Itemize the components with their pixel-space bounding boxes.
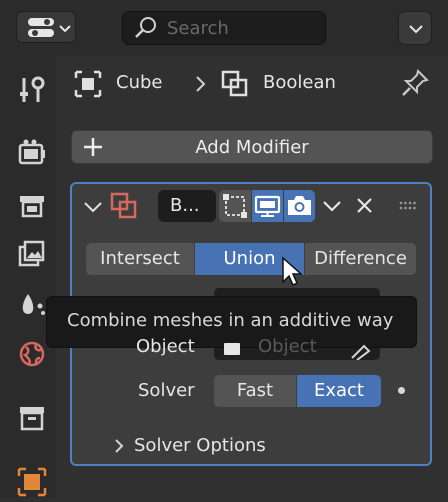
solver-fast-button[interactable]: Fast — [214, 375, 296, 407]
tooltip-text: Combine meshes in an additive way — [67, 310, 394, 331]
object-data-icon — [74, 70, 102, 98]
viewport-display-toggle[interactable] — [252, 190, 283, 222]
boolean-modifier-type-icon — [110, 192, 137, 219]
add-modifier-label: Add Modifier — [195, 137, 309, 158]
solver-exact-button[interactable]: Exact — [297, 375, 381, 407]
chevron-right-icon — [196, 76, 206, 92]
operation-difference-button[interactable]: Difference — [305, 243, 416, 275]
boolean-modifier-icon — [221, 70, 248, 97]
solver-options-subpanel-header[interactable]: Solver Options — [134, 435, 266, 456]
keyframe-dot-icon[interactable] — [398, 387, 405, 394]
breadcrumb: Cube Boolean — [56, 56, 448, 112]
object-placeholder: Object — [258, 336, 317, 357]
object-icon[interactable] — [16, 466, 48, 498]
mouse-cursor-icon — [282, 256, 303, 287]
tool-icon[interactable] — [16, 74, 48, 106]
operation-intersect-button[interactable]: Intersect — [86, 243, 194, 275]
options-dropdown-button[interactable] — [398, 11, 432, 45]
collection-icon[interactable] — [16, 402, 48, 434]
world-icon[interactable] — [16, 338, 48, 370]
modifier-extras-dropdown[interactable] — [318, 190, 348, 222]
chevron-down-icon — [323, 201, 341, 212]
scene-icon[interactable] — [16, 288, 48, 320]
search-placeholder: Search — [167, 18, 229, 39]
add-modifier-button[interactable]: Add Modifier — [71, 130, 433, 164]
view-layer-icon[interactable] — [16, 238, 48, 270]
drag-handle-icon[interactable] — [398, 200, 418, 212]
properties-editor-icon — [28, 18, 71, 37]
solver-label: Solver — [138, 380, 195, 401]
edit-mode-toggle[interactable] — [219, 190, 251, 222]
breadcrumb-modifier-name: Boolean — [263, 72, 336, 93]
chevron-right-icon[interactable] — [112, 437, 126, 455]
close-icon[interactable] — [352, 193, 378, 219]
editor-type-dropdown[interactable] — [16, 11, 76, 43]
properties-tabs-sidebar — [0, 56, 56, 498]
render-toggle[interactable] — [284, 190, 315, 222]
pin-icon[interactable] — [400, 68, 430, 98]
monitor-icon — [254, 195, 281, 217]
output-icon[interactable] — [16, 190, 48, 222]
modifier-name-field[interactable]: B... — [158, 190, 216, 222]
eyedropper-icon[interactable] — [348, 340, 374, 360]
render-icon[interactable] — [16, 136, 48, 168]
search-icon — [135, 17, 156, 38]
modifier-name-text: B... — [170, 195, 200, 216]
camera-icon — [288, 196, 311, 215]
mesh-object-icon — [224, 343, 240, 355]
chevron-down-icon — [409, 25, 423, 34]
collapse-chevron-icon[interactable] — [82, 196, 104, 218]
search-input[interactable]: Search — [122, 11, 326, 45]
edit-mode-icon — [223, 194, 247, 218]
object-label: Object — [136, 336, 195, 357]
breadcrumb-object-name: Cube — [116, 72, 163, 93]
